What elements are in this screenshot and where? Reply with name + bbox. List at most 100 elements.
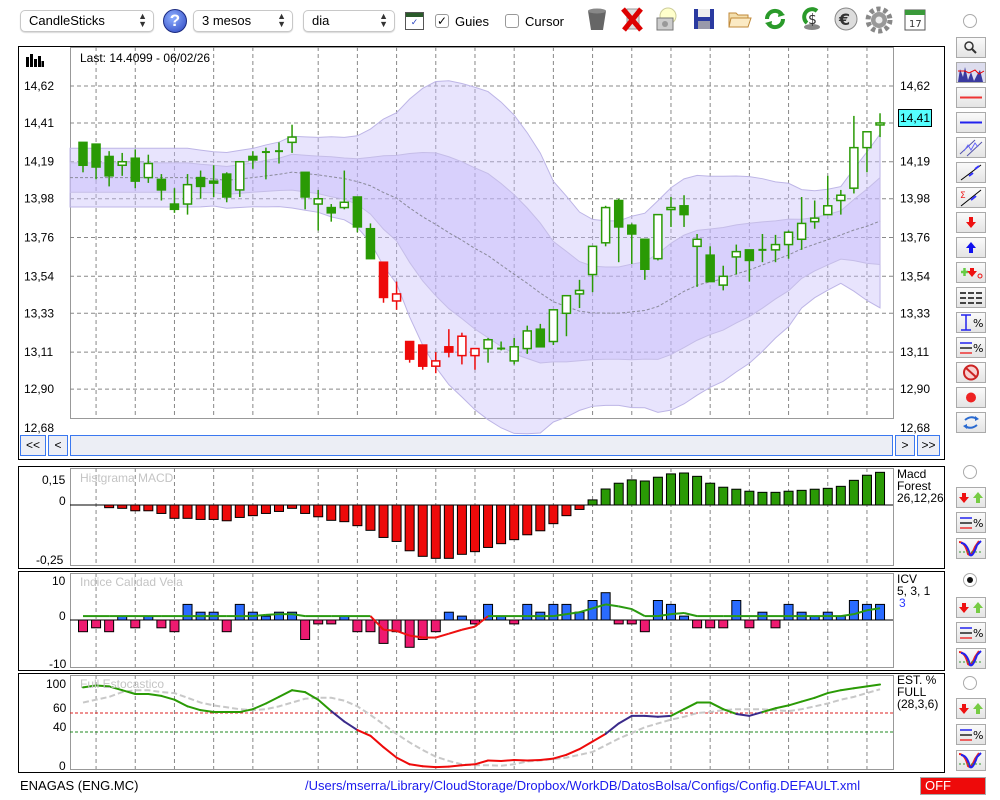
icv-bar xyxy=(169,619,180,633)
price-tick-right: 13,54 xyxy=(900,269,930,283)
blue-line-button[interactable] xyxy=(956,112,986,133)
icv-signals-button[interactable] xyxy=(956,597,986,618)
icv-bar xyxy=(679,615,690,621)
macd-bar xyxy=(104,504,115,509)
candle-body xyxy=(208,180,219,184)
stoch-levels-button[interactable]: % xyxy=(956,724,986,745)
symbol-label: ENAGAS (ENG.MC) xyxy=(20,778,139,793)
swap-arrows-icon xyxy=(963,416,979,429)
icv-tick-zero: 0 xyxy=(59,609,66,623)
buy-signal-button[interactable] xyxy=(956,237,986,258)
icv-panel-radio[interactable] xyxy=(963,573,977,587)
macd-bar xyxy=(587,499,598,506)
candle-body xyxy=(444,346,454,353)
bar-chart-icon[interactable] xyxy=(26,52,44,67)
macd-bar xyxy=(365,504,376,531)
macd-bar xyxy=(117,504,128,509)
off-toggle[interactable]: OFF xyxy=(920,777,986,795)
swap-button[interactable] xyxy=(956,412,986,433)
macd-bar xyxy=(417,504,428,557)
stoch-k-segment xyxy=(421,765,437,769)
macd-bar xyxy=(548,504,559,525)
candle-body xyxy=(91,143,101,168)
macd-bar xyxy=(861,474,872,506)
icv-legend-value: 3 xyxy=(899,596,906,610)
nav-last-button[interactable]: >> xyxy=(917,435,940,456)
nav-prev-button[interactable]: < xyxy=(48,435,68,456)
stoch-k-segment xyxy=(500,759,516,762)
macd-bar xyxy=(848,479,859,506)
icv-tick-top: 10 xyxy=(52,574,66,588)
nav-next-button[interactable]: > xyxy=(895,435,915,456)
icv-indicator-button[interactable] xyxy=(956,648,986,669)
macd-panel-radio[interactable] xyxy=(963,465,977,479)
candle-body xyxy=(470,347,480,357)
stoch-tick-40: 40 xyxy=(53,720,67,734)
macd-bar xyxy=(626,479,637,506)
icv-tick-bottom: -10 xyxy=(49,657,67,671)
price-tick-right: 13,76 xyxy=(900,231,930,245)
candle-body xyxy=(404,340,415,360)
down-up-arrows-icon xyxy=(959,492,983,503)
candle-body xyxy=(744,249,755,262)
oscillator-curve-icon xyxy=(958,752,983,769)
bar-chart-glyph xyxy=(26,54,44,67)
icv-bar xyxy=(561,603,572,621)
config-path-link[interactable]: /Users/mserra/Library/CloudStorage/Dropb… xyxy=(305,778,860,793)
macd-bar xyxy=(443,504,454,559)
icv-signal-segment xyxy=(670,611,685,616)
candle-body xyxy=(600,206,611,244)
clear-button[interactable] xyxy=(956,362,986,383)
icv-bar xyxy=(78,619,88,633)
sum-trendline-button[interactable]: Σ xyxy=(956,187,986,208)
macd-bar xyxy=(705,482,716,506)
icv-bar xyxy=(718,619,729,629)
macd-bar xyxy=(665,473,676,506)
icv-bar xyxy=(613,619,624,625)
price-tick-right: 13,11 xyxy=(900,345,929,359)
range-percent-button[interactable]: % xyxy=(956,312,986,333)
channel-button[interactable] xyxy=(956,137,986,158)
stoch-indicator-button[interactable] xyxy=(956,750,986,771)
date-axis-scrollbar[interactable] xyxy=(70,435,893,456)
stoch-k-segment xyxy=(656,714,672,718)
macd-indicator-button[interactable] xyxy=(956,538,986,559)
macd-signals-button[interactable] xyxy=(956,487,986,508)
macd-bar xyxy=(875,471,886,506)
nav-first-button[interactable]: << xyxy=(20,435,46,456)
icv-bar xyxy=(104,619,115,633)
stoch-panel-radio[interactable] xyxy=(963,676,977,690)
candle-body xyxy=(156,178,167,191)
stoch-tick-100: 100 xyxy=(46,677,67,691)
icv-bar xyxy=(522,603,533,621)
macd-bar xyxy=(143,504,154,512)
macd-levels-button[interactable]: % xyxy=(956,512,986,533)
macd-bar xyxy=(326,504,337,521)
stoch-signals-button[interactable] xyxy=(956,698,986,719)
candle-body xyxy=(718,275,728,286)
macd-bar xyxy=(391,504,402,542)
macd-bar xyxy=(509,504,520,541)
icv-bar xyxy=(352,619,363,633)
macd-bar xyxy=(600,488,611,506)
magnifier-icon xyxy=(964,41,977,54)
candle-body xyxy=(613,199,624,228)
macd-bar xyxy=(169,504,180,519)
trendline-button[interactable] xyxy=(956,162,986,183)
grid-lines-button[interactable] xyxy=(956,287,986,308)
lines-percent-icon: % xyxy=(960,627,983,640)
candle-body xyxy=(692,238,702,248)
candle xyxy=(352,196,363,233)
icv-levels-button[interactable]: % xyxy=(956,622,986,643)
red-line-button[interactable] xyxy=(956,87,986,108)
macd-bar xyxy=(574,504,585,510)
volume-view-button[interactable] xyxy=(956,62,986,83)
lines-percent-button[interactable]: % xyxy=(956,337,986,358)
sell-signal-button[interactable] xyxy=(956,212,986,233)
add-signal-button[interactable] xyxy=(956,262,986,283)
candle xyxy=(600,205,611,247)
record-button[interactable] xyxy=(956,387,986,408)
zoom-button[interactable] xyxy=(956,37,986,58)
last-price-label: Last: 14.4099 - 06/02/26 xyxy=(80,51,211,65)
svg-text:Σ: Σ xyxy=(960,191,966,201)
